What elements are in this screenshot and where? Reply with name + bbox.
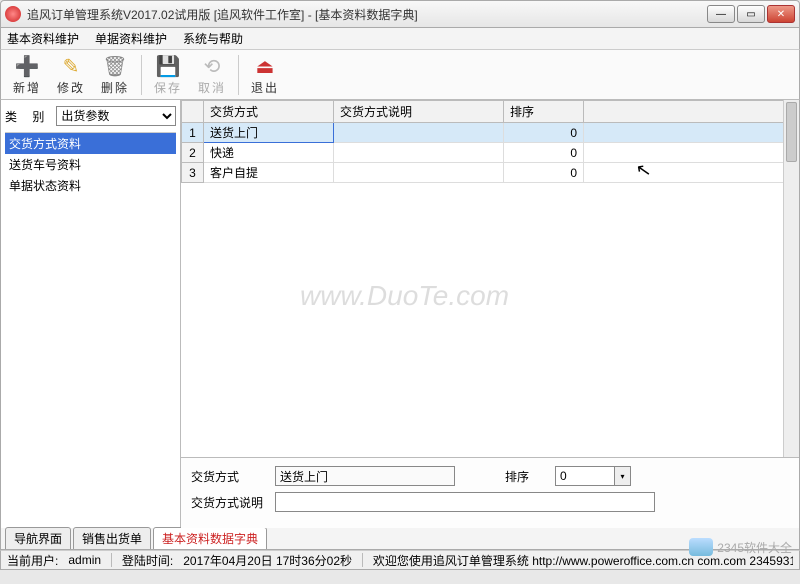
- row-header-col: [182, 101, 204, 123]
- floppy-icon: 💾: [155, 53, 181, 79]
- exit-button[interactable]: ⏏ 退出: [243, 52, 287, 98]
- tab-sales-shipment[interactable]: 销售出货单: [73, 527, 151, 549]
- window-titlebar: 追风订单管理系统V2017.02试用版 [追风软件工作室] - [基本资料数据字…: [0, 0, 800, 28]
- brand-logo-icon: [689, 538, 713, 556]
- category-select[interactable]: 出货参数: [56, 106, 176, 126]
- table-row[interactable]: 2 快递 0: [182, 143, 799, 163]
- status-login-label: 登陆时间:: [122, 552, 173, 569]
- data-grid[interactable]: 交货方式 交货方式说明 排序 1 送货上门 0 2: [181, 100, 799, 458]
- col-spacer: [584, 101, 799, 123]
- menu-basic-data[interactable]: 基本资料维护: [7, 30, 79, 47]
- menu-document-data[interactable]: 单据资料维护: [95, 30, 167, 47]
- category-label: 类 别: [5, 108, 50, 125]
- menu-bar: 基本资料维护 单据资料维护 系统与帮助: [0, 28, 800, 50]
- edit-method-label: 交货方式: [191, 468, 265, 485]
- status-user-label: 当前用户:: [7, 552, 58, 569]
- edit-desc-input[interactable]: [275, 492, 655, 512]
- undo-icon: ⟲: [199, 53, 225, 79]
- content-panel: 交货方式 交货方式说明 排序 1 送货上门 0 2: [181, 100, 799, 528]
- brand-badge: 2345软件大全: [689, 538, 792, 556]
- edit-panel: 交货方式 排序 ▾ 交货方式说明: [181, 458, 799, 528]
- edit-desc-label: 交货方式说明: [191, 494, 265, 511]
- delete-button[interactable]: 🗑 删除: [93, 52, 137, 98]
- table-row[interactable]: 3 客户自提 0: [182, 163, 799, 183]
- pencil-icon: ✎: [58, 53, 84, 79]
- trash-icon: 🗑: [102, 53, 128, 79]
- edit-method-input[interactable]: [275, 466, 455, 486]
- status-bar: 当前用户: admin 登陆时间: 2017年04月20日 17时36分02秒 …: [0, 550, 800, 570]
- col-order[interactable]: 排序: [504, 101, 584, 123]
- plus-icon: ➕: [14, 53, 40, 79]
- table-row[interactable]: 1 送货上门 0: [182, 123, 799, 143]
- vertical-scrollbar[interactable]: [783, 100, 799, 457]
- menu-system-help[interactable]: 系统与帮助: [183, 30, 243, 47]
- toolbar-separator: [238, 55, 239, 95]
- minimize-button[interactable]: —: [707, 5, 735, 23]
- sidebar: 类 别 出货参数 交货方式资料 送货车号资料 单据状态资料: [1, 100, 181, 528]
- nav-item-vehicle-number[interactable]: 送货车号资料: [5, 154, 176, 175]
- close-button[interactable]: ✕: [767, 5, 795, 23]
- edit-order-input[interactable]: [555, 466, 615, 486]
- col-delivery-desc[interactable]: 交货方式说明: [334, 101, 504, 123]
- nav-item-document-status[interactable]: 单据状态资料: [5, 175, 176, 196]
- toolbar-separator: [141, 55, 142, 95]
- cancel-button[interactable]: ⟲ 取消: [190, 52, 234, 98]
- tab-data-dictionary[interactable]: 基本资料数据字典: [153, 527, 267, 549]
- tab-navigation[interactable]: 导航界面: [5, 527, 71, 549]
- edit-button[interactable]: ✎ 修改: [49, 52, 93, 98]
- exit-icon: ⏏: [252, 53, 278, 79]
- toolbar: ➕ 新增 ✎ 修改 🗑 删除 💾 保存 ⟲ 取消 ⏏ 退出: [0, 50, 800, 100]
- document-tabs: 导航界面 销售出货单 基本资料数据字典: [0, 528, 800, 550]
- scrollbar-thumb[interactable]: [786, 102, 797, 162]
- nav-item-delivery-method[interactable]: 交货方式资料: [5, 133, 176, 154]
- maximize-button[interactable]: ▭: [737, 5, 765, 23]
- window-title: 追风订单管理系统V2017.02试用版 [追风软件工作室] - [基本资料数据字…: [27, 6, 707, 23]
- status-login-value: 2017年04月20日 17时36分02秒: [183, 552, 352, 569]
- edit-order-label: 排序: [505, 468, 545, 485]
- add-button[interactable]: ➕ 新增: [5, 52, 49, 98]
- spinner-button[interactable]: ▾: [615, 466, 631, 486]
- col-delivery-method[interactable]: 交货方式: [204, 101, 334, 123]
- app-icon: [5, 6, 21, 22]
- save-button[interactable]: 💾 保存: [146, 52, 190, 98]
- nav-list: 交货方式资料 送货车号资料 单据状态资料: [5, 132, 176, 196]
- status-user-value: admin: [68, 553, 101, 567]
